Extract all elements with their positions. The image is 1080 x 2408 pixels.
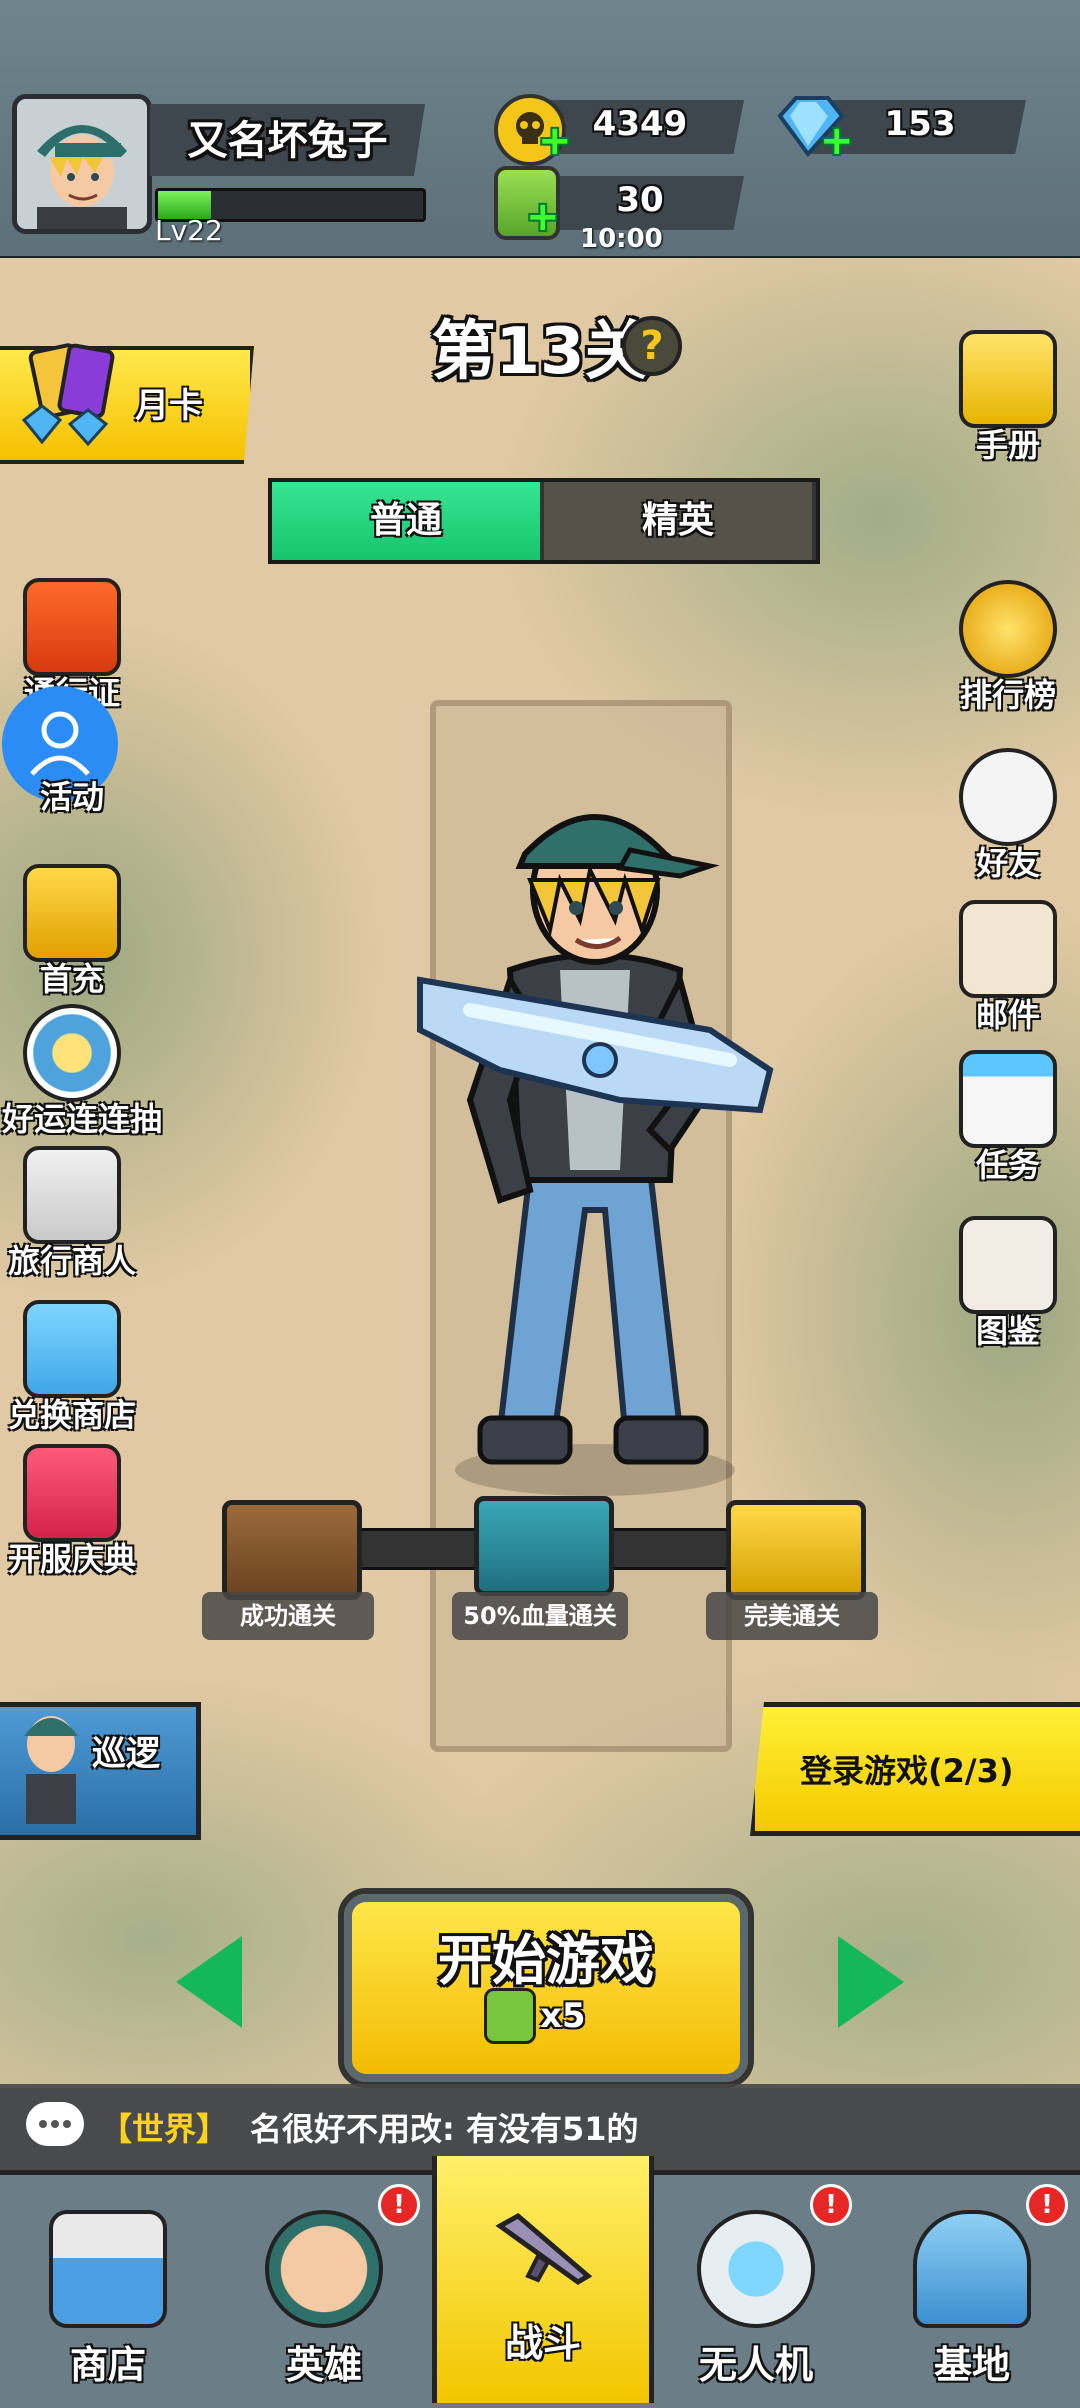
lucky-draw-label: 好运连连抽 <box>2 1100 163 1138</box>
collection-button[interactable]: 图鉴 <box>938 1216 1078 1352</box>
dome-base-icon <box>913 2210 1031 2328</box>
reward-label-clear: 成功通关 <box>202 1592 374 1640</box>
difficulty-tabs: 普通 精英 <box>268 478 820 564</box>
tab-normal[interactable]: 普通 <box>272 482 540 560</box>
calendar-icon <box>959 1050 1057 1148</box>
treasure-chest-icon <box>23 864 121 962</box>
handbook-label: 手册 <box>975 426 1040 464</box>
celebration-chest-icon <box>23 1444 121 1542</box>
login-reward-text: 登录游戏(2/3) <box>800 1752 1014 1790</box>
mail-icon <box>959 900 1057 998</box>
friends-button[interactable]: 好友 <box>938 748 1078 884</box>
mail-button[interactable]: 邮件 <box>938 900 1078 1036</box>
trophy-icon <box>959 580 1057 678</box>
nav-hero-label: 英雄 <box>285 2343 362 2387</box>
friends-icon <box>959 748 1057 846</box>
player-level: Lv22 <box>155 214 223 247</box>
leaderboard-label: 排行榜 <box>959 676 1056 714</box>
month-card-label: 月卡 <box>135 386 203 426</box>
card-gems-icon <box>14 340 124 448</box>
drone-alert-badge: ! <box>810 2184 852 2226</box>
tasks-label: 任务 <box>975 1146 1040 1184</box>
energy-timer: 10:00 <box>580 224 663 254</box>
shop-icon <box>49 2210 167 2328</box>
exchange-shop-button[interactable]: 兑换商店 <box>2 1300 142 1436</box>
prev-stage-arrow-icon[interactable] <box>176 1936 242 2028</box>
exchange-shop-label: 兑换商店 <box>7 1396 136 1434</box>
drone-icon <box>697 2210 815 2328</box>
tab-elite[interactable]: 精英 <box>544 482 812 560</box>
traveling-merchant-button[interactable]: 旅行商人 <box>2 1146 142 1282</box>
wheel-icon <box>23 1004 121 1102</box>
nav-battle-label: 战斗 <box>504 2321 581 2365</box>
start-game-label: 开始游戏 <box>438 1929 654 1992</box>
nav-base-label: 基地 <box>933 2343 1010 2387</box>
reward-chest-steel-icon[interactable] <box>474 1496 614 1596</box>
shop-stall-icon <box>23 1300 121 1398</box>
patrol-hero-icon <box>6 1696 96 1826</box>
friends-label: 好友 <box>975 844 1040 882</box>
nav-shop-label: 商店 <box>69 2343 146 2387</box>
next-stage-arrow-icon[interactable] <box>838 1936 904 2028</box>
tasks-button[interactable]: 任务 <box>938 1050 1078 1186</box>
reward-chest-wood-icon[interactable] <box>222 1500 362 1600</box>
leaderboard-button[interactable]: 排行榜 <box>938 580 1078 716</box>
opening-celebration-label: 开服庆典 <box>7 1540 136 1578</box>
handbook-button[interactable]: 手册 <box>938 330 1078 466</box>
traveling-merchant-label: 旅行商人 <box>7 1242 136 1280</box>
add-energy-icon[interactable]: + <box>526 194 560 240</box>
chat-channel: 【世界】 <box>100 2110 229 2148</box>
collection-icon <box>959 1216 1057 1314</box>
nav-drone-label: 无人机 <box>698 2343 813 2387</box>
rifle-icon <box>488 2196 598 2306</box>
activity-label: 活动 <box>39 778 104 816</box>
reward-chest-gold-icon[interactable] <box>726 1500 866 1600</box>
energy-can-icon <box>484 1988 536 2044</box>
hero-icon <box>265 2210 383 2328</box>
player-avatar[interactable] <box>12 94 152 234</box>
nav-battle[interactable]: 战斗 <box>432 2156 654 2403</box>
handbook-icon <box>959 330 1057 428</box>
opening-celebration-button[interactable]: 开服庆典 <box>2 1444 142 1580</box>
first-charge-label: 首充 <box>39 960 104 998</box>
hero-alert-badge: ! <box>378 2184 420 2226</box>
first-charge-button[interactable]: 首充 <box>2 864 142 1000</box>
nav-shop[interactable]: 商店 <box>0 2170 216 2403</box>
chat-message: 名很好不用改: 有没有51的 <box>250 2110 639 2148</box>
merchant-icon <box>23 1146 121 1244</box>
base-alert-badge: ! <box>1026 2184 1068 2226</box>
mail-label: 邮件 <box>975 996 1040 1034</box>
patrol-label: 巡逻 <box>92 1734 160 1774</box>
player-name: 又名坏兔子 <box>187 118 388 164</box>
reward-label-half-hp: 50%血量通关 <box>452 1592 628 1640</box>
add-gem-icon[interactable]: + <box>820 118 854 164</box>
activity-button[interactable]: 活动 <box>2 730 142 818</box>
hero-character <box>380 770 810 1500</box>
energy-count: 30 <box>616 180 664 220</box>
add-gold-icon[interactable]: + <box>538 118 572 164</box>
start-energy-cost: x5 <box>540 1996 586 2036</box>
help-icon[interactable]: ? <box>622 316 682 376</box>
chat-bubble-icon[interactable] <box>26 2102 84 2146</box>
lucky-draw-button[interactable]: 好运连连抽 <box>2 1004 163 1140</box>
gift-box-icon <box>23 578 121 676</box>
collection-label: 图鉴 <box>975 1312 1040 1350</box>
reward-label-perfect: 完美通关 <box>706 1592 878 1640</box>
